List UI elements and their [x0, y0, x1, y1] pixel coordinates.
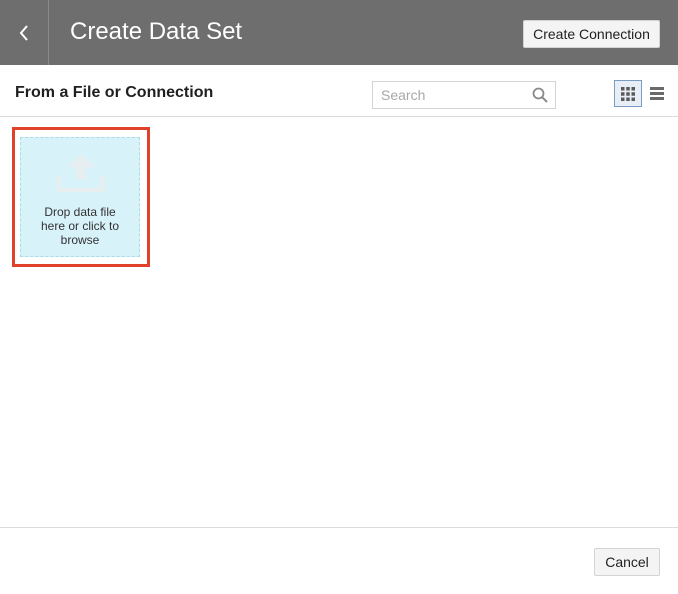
create-connection-button[interactable]: Create Connection: [523, 20, 660, 48]
toolbar: From a File or Connection: [0, 65, 678, 117]
list-view-icon: [650, 87, 664, 100]
list-view-button[interactable]: [647, 80, 667, 107]
dialog-header: Create Data Set Create Connection: [0, 0, 678, 65]
grid-view-icon: [621, 86, 635, 101]
search-box: [372, 81, 556, 109]
back-button[interactable]: [0, 0, 49, 65]
cancel-button[interactable]: Cancel: [594, 548, 660, 576]
search-icon[interactable]: [532, 87, 548, 103]
section-title: From a File or Connection: [15, 84, 214, 101]
dialog-title: Create Data Set: [70, 18, 243, 45]
upload-icon: [57, 154, 105, 192]
dropzone-label: Drop data file here or click to browse: [40, 205, 120, 247]
dialog-footer: Cancel: [0, 527, 678, 594]
file-dropzone[interactable]: Drop data file here or click to browse: [20, 137, 140, 257]
search-input[interactable]: [373, 82, 531, 108]
grid-view-button[interactable]: [614, 80, 642, 107]
chevron-left-icon: [19, 24, 28, 41]
